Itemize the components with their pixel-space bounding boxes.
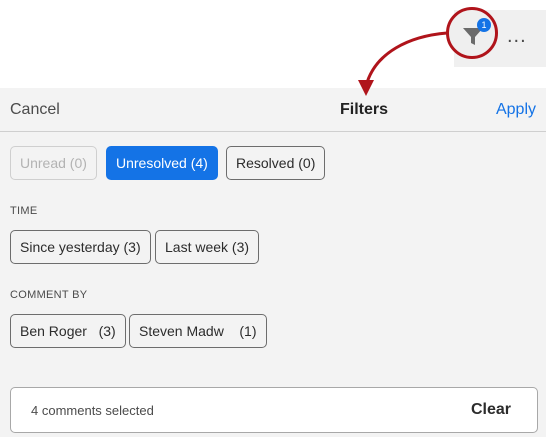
filter-count-badge: 1 (477, 18, 491, 32)
more-options-button[interactable]: ... (507, 26, 527, 46)
selected-count-text: 4 comments selected (31, 403, 154, 418)
comment-by-section-label: COMMENT BY (10, 289, 88, 301)
filter-chip-last-week[interactable]: Last week (3) (155, 230, 260, 264)
filter-chip-unread[interactable]: Unread (0) (10, 146, 97, 180)
time-section-label: TIME (10, 205, 38, 217)
filters-header: Cancel Filters Apply (0, 88, 546, 132)
apply-button[interactable]: Apply (496, 101, 536, 119)
selection-footer: 4 comments selected Clear (10, 387, 538, 433)
filter-chip-steven-madw[interactable]: Steven Madw (1) (129, 314, 267, 348)
page-title: Filters (339, 101, 388, 118)
filter-chip-ben-roger[interactable]: Ben Roger (3) (10, 314, 126, 348)
filter-button[interactable]: 1 (446, 7, 498, 59)
filter-chip-unresolved[interactable]: Unresolved (4) (106, 146, 218, 180)
filter-chip-resolved[interactable]: Resolved (0) (226, 146, 326, 180)
clear-button[interactable]: Clear (471, 401, 511, 419)
filter-chip-since-yesterday[interactable]: Since yesterday (3) (10, 230, 151, 264)
top-toolbar: 1 ... (0, 0, 546, 88)
